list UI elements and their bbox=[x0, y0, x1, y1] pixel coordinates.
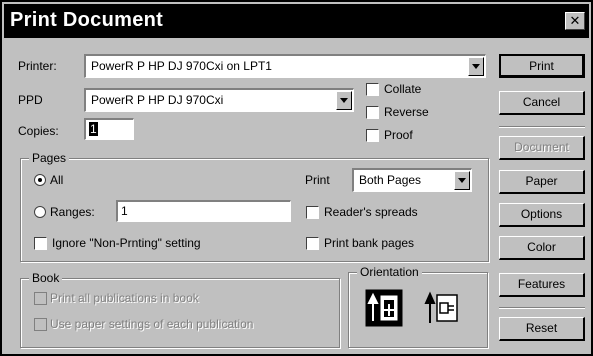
collate-checkbox[interactable] bbox=[366, 83, 379, 96]
copies-value: 1 bbox=[89, 122, 98, 136]
print-which-label: Print bbox=[305, 173, 330, 187]
proof-label: Proof bbox=[384, 128, 413, 142]
ranges-value: 1 bbox=[121, 204, 128, 218]
ppd-label: PPD bbox=[18, 93, 43, 107]
separator bbox=[499, 307, 585, 309]
printer-select[interactable]: PowerR P HP DJ 970Cxi on LPT1 bbox=[84, 54, 486, 78]
print-document-dialog: Print Document ✕ Printer: PowerR P HP DJ… bbox=[0, 0, 593, 356]
landscape-orientation-icon[interactable] bbox=[422, 289, 462, 327]
use-paper-settings-checkbox bbox=[34, 318, 47, 331]
print-all-publications-checkbox bbox=[34, 292, 47, 305]
ignore-nonprinting-label: Ignore "Non-Prnting" setting bbox=[52, 236, 201, 250]
dialog-title: Print Document bbox=[10, 9, 164, 31]
color-button[interactable]: Color bbox=[499, 236, 585, 260]
copies-input[interactable]: 1 bbox=[84, 118, 134, 140]
portrait-orientation-icon[interactable] bbox=[365, 289, 403, 327]
ranges-label: Ranges: bbox=[50, 205, 95, 219]
print-pages-value: Both Pages bbox=[359, 173, 422, 187]
cancel-button[interactable]: Cancel bbox=[499, 91, 585, 115]
title-bar[interactable]: Print Document ✕ bbox=[4, 4, 589, 38]
print-blank-pages-checkbox[interactable] bbox=[306, 237, 319, 250]
reverse-checkbox[interactable] bbox=[366, 106, 379, 119]
copies-label: Copies: bbox=[18, 124, 59, 138]
book-group: Book bbox=[20, 271, 340, 348]
print-button[interactable]: Print bbox=[499, 54, 585, 78]
features-button[interactable]: Features bbox=[499, 273, 585, 297]
document-button[interactable]: Document bbox=[499, 136, 585, 160]
separator bbox=[499, 126, 585, 128]
ppd-select[interactable]: PowerR P HP DJ 970Cxi bbox=[84, 88, 354, 112]
book-group-title: Book bbox=[29, 271, 63, 285]
ranges-input[interactable]: 1 bbox=[116, 200, 291, 222]
reset-button[interactable]: Reset bbox=[499, 317, 585, 341]
readers-spreads-label: Reader's spreads bbox=[324, 205, 418, 219]
use-paper-settings-label: Use paper settings of each publication bbox=[50, 317, 254, 331]
reverse-label: Reverse bbox=[384, 105, 429, 119]
printer-value: PowerR P HP DJ 970Cxi on LPT1 bbox=[91, 59, 272, 73]
proof-checkbox[interactable] bbox=[366, 129, 379, 142]
all-pages-radio[interactable] bbox=[34, 174, 46, 186]
print-blank-pages-label: Print bank pages bbox=[324, 236, 415, 250]
collate-label: Collate bbox=[384, 82, 422, 96]
close-icon[interactable]: ✕ bbox=[565, 12, 585, 30]
orientation-group-title: Orientation bbox=[357, 265, 422, 279]
print-pages-select[interactable]: Both Pages bbox=[352, 168, 472, 192]
chevron-down-icon[interactable] bbox=[454, 171, 470, 190]
pages-group-title: Pages bbox=[29, 151, 70, 165]
readers-spreads-checkbox[interactable] bbox=[306, 206, 319, 219]
ignore-nonprinting-checkbox[interactable] bbox=[34, 237, 47, 250]
chevron-down-icon[interactable] bbox=[468, 57, 484, 76]
options-button[interactable]: Options bbox=[499, 203, 585, 227]
print-all-publications-label: Print all publications in book bbox=[50, 291, 199, 305]
printer-label: Printer: bbox=[18, 59, 57, 73]
ppd-value: PowerR P HP DJ 970Cxi bbox=[91, 93, 224, 107]
all-pages-label: All bbox=[50, 173, 64, 187]
chevron-down-icon[interactable] bbox=[336, 91, 352, 110]
ranges-radio[interactable] bbox=[34, 206, 46, 218]
paper-button[interactable]: Paper bbox=[499, 170, 585, 194]
